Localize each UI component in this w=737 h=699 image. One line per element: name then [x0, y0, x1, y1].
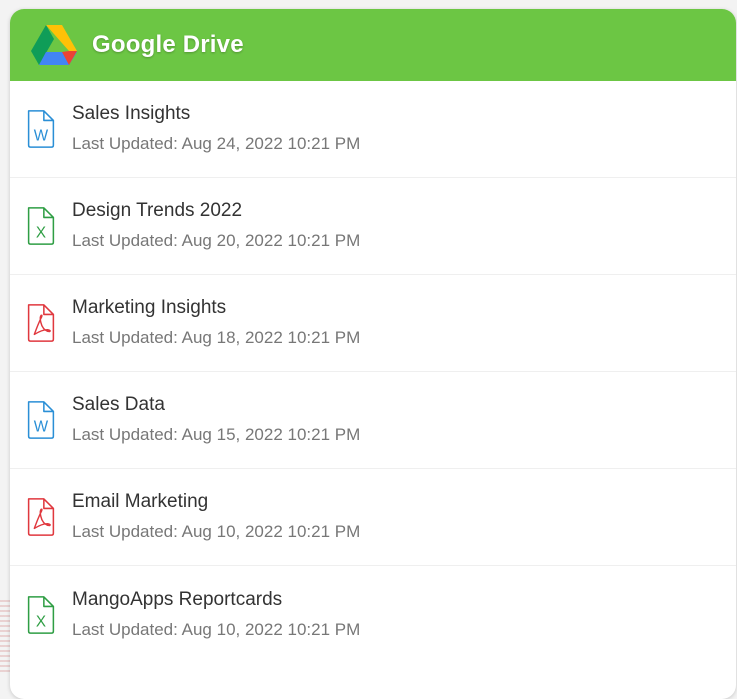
excel-spreadsheet-icon: X — [26, 206, 56, 246]
word-document-icon: W — [26, 109, 56, 149]
file-last-updated: Last Updated: Aug 24, 2022 10:21 PM — [72, 134, 361, 153]
excel-spreadsheet-icon: X — [26, 595, 56, 635]
file-list-item[interactable]: X MangoApps Reportcards Last Updated: Au… — [10, 566, 736, 663]
pdf-document-icon — [26, 303, 56, 343]
file-list-item[interactable]: Email Marketing Last Updated: Aug 10, 20… — [10, 469, 736, 566]
file-name[interactable]: Marketing Insights — [72, 297, 360, 319]
file-name[interactable]: Design Trends 2022 — [72, 200, 360, 222]
file-last-updated: Last Updated: Aug 18, 2022 10:21 PM — [72, 328, 361, 347]
svg-text:W: W — [34, 127, 49, 144]
google-drive-widget: Google Drive W Sales Insights Last Updat… — [10, 9, 736, 699]
file-list: W Sales Insights Last Updated: Aug 24, 2… — [10, 81, 736, 663]
widget-title: Google Drive — [92, 31, 244, 58]
file-name[interactable]: Sales Data — [72, 394, 360, 416]
file-list-item[interactable]: W Sales Data Last Updated: Aug 15, 2022 … — [10, 372, 736, 469]
word-document-icon: W — [26, 400, 56, 440]
file-name[interactable]: Email Marketing — [72, 491, 360, 513]
file-list-item[interactable]: W Sales Insights Last Updated: Aug 24, 2… — [10, 81, 736, 178]
file-last-updated: Last Updated: Aug 15, 2022 10:21 PM — [72, 425, 361, 444]
widget-header: Google Drive — [10, 9, 736, 81]
file-last-updated: Last Updated: Aug 10, 2022 10:21 PM — [72, 522, 361, 541]
file-last-updated: Last Updated: Aug 10, 2022 10:21 PM — [72, 619, 361, 639]
file-list-item[interactable]: X Design Trends 2022 Last Updated: Aug 2… — [10, 178, 736, 275]
google-drive-icon — [31, 25, 77, 65]
svg-text:X: X — [36, 224, 46, 241]
svg-text:W: W — [34, 418, 49, 435]
file-last-updated: Last Updated: Aug 20, 2022 10:21 PM — [72, 231, 361, 250]
pdf-document-icon — [26, 497, 56, 537]
file-list-item[interactable]: Marketing Insights Last Updated: Aug 18,… — [10, 275, 736, 372]
svg-text:X: X — [36, 613, 46, 630]
file-name[interactable]: Sales Insights — [72, 103, 360, 125]
file-name[interactable]: MangoApps Reportcards — [72, 589, 360, 611]
